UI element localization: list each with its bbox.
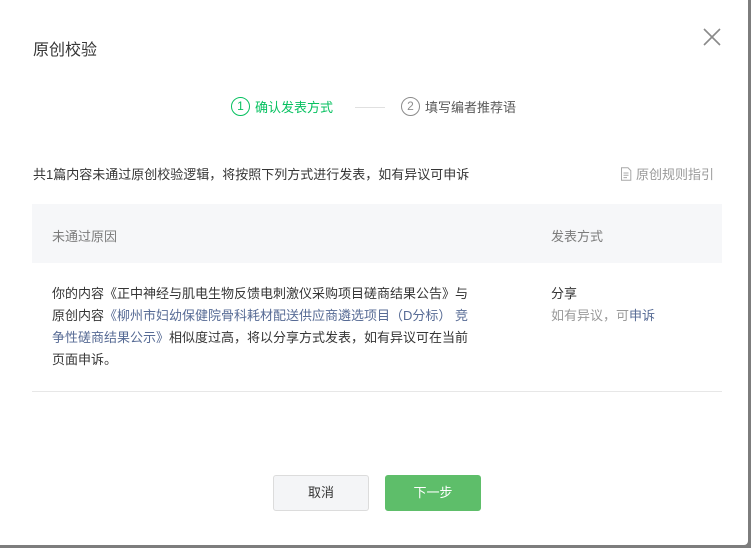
step-1-number: 1 bbox=[231, 97, 250, 116]
publish-method: 分享 bbox=[551, 286, 578, 301]
table-row: 你的内容《正中神经与肌电生物反馈电刺激仪采购项目磋商结果公告》与原创内容《柳州市… bbox=[32, 263, 722, 392]
dialog-title: 原创校验 bbox=[33, 42, 98, 59]
rules-guide-label: 原创规则指引 bbox=[636, 167, 715, 182]
appeal-note-text: 如有异议，可 bbox=[551, 308, 630, 323]
reason-cell: 你的内容《正中神经与肌电生物反馈电刺激仪采购项目磋商结果公告》与原创内容《柳州市… bbox=[52, 283, 472, 371]
summary-text: 共1篇内容未通过原创校验逻辑，将按照下列方式进行发表，如有异议可申诉 bbox=[33, 167, 470, 182]
step-divider bbox=[355, 107, 385, 108]
appeal-note: 如有异议，可申诉 bbox=[551, 305, 655, 327]
next-step-button[interactable]: 下一步 bbox=[385, 475, 481, 511]
step-2-number: 2 bbox=[401, 97, 420, 116]
step-1-label: 确认发表方式 bbox=[255, 100, 334, 115]
rules-guide-link[interactable]: 原创规则指引 bbox=[620, 164, 714, 183]
original-check-dialog: 原创校验 1 确认发表方式 2 填写编者推荐语 共1篇内容未通过原创校验逻辑，将… bbox=[0, 0, 748, 545]
appeal-link[interactable]: 申诉 bbox=[629, 308, 655, 323]
step-2: 2 填写编者推荐语 bbox=[401, 97, 516, 116]
cancel-button[interactable]: 取消 bbox=[273, 475, 369, 511]
step-2-label: 填写编者推荐语 bbox=[425, 100, 517, 115]
document-icon bbox=[621, 166, 632, 181]
table-header: 未通过原因 发表方式 bbox=[32, 204, 722, 263]
step-1: 1 确认发表方式 bbox=[231, 97, 333, 116]
close-icon[interactable] bbox=[701, 26, 723, 48]
column-header-method: 发表方式 bbox=[551, 229, 604, 244]
column-header-reason: 未通过原因 bbox=[52, 229, 118, 244]
